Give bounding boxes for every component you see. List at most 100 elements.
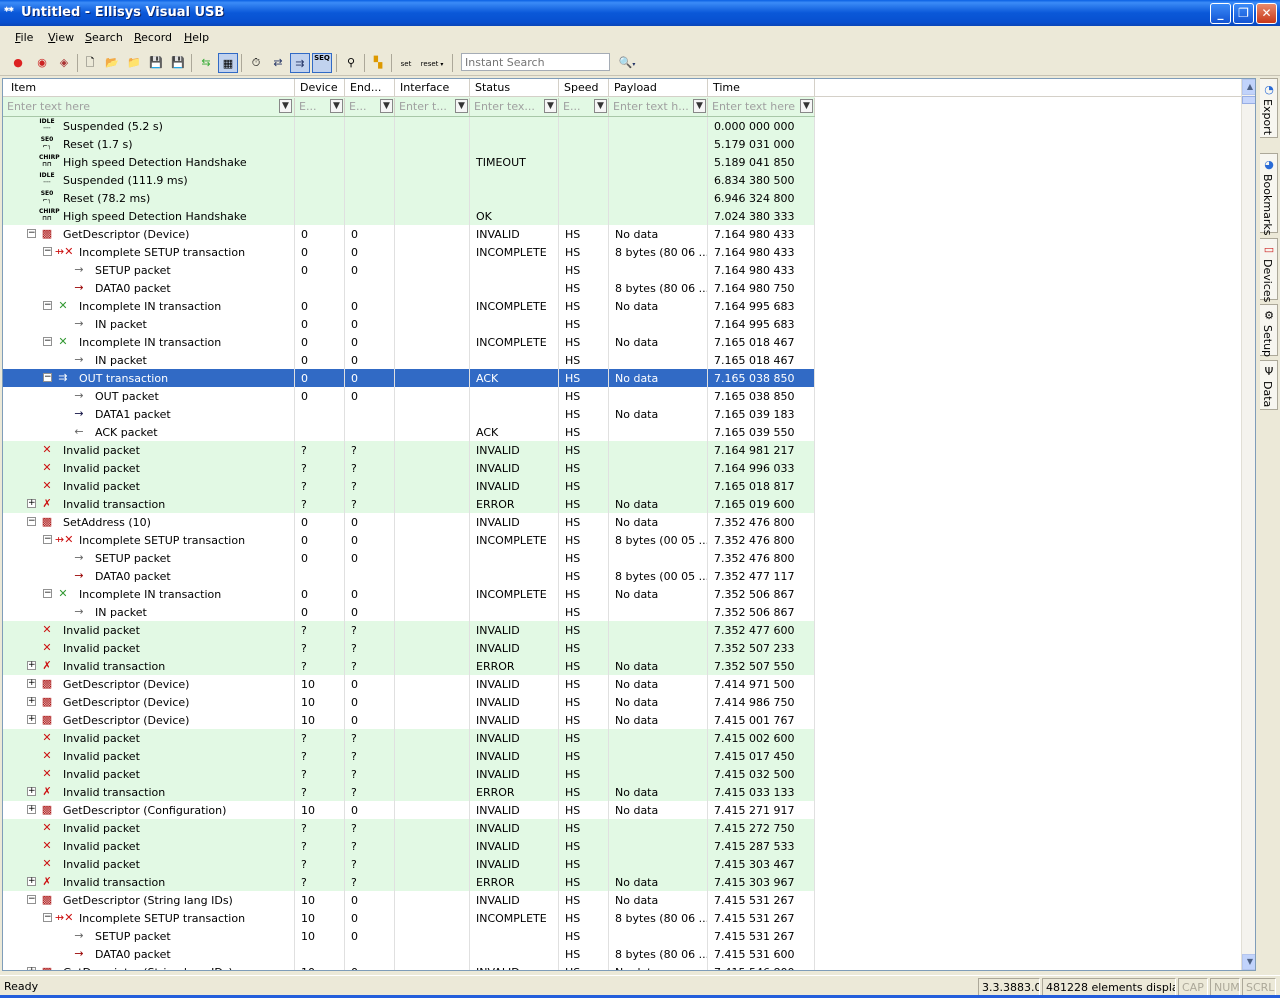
table-row[interactable]: + ✗ Invalid transaction?? ERROR HS No data 7.3… [3,657,815,675]
table-row[interactable]: → IN packet 0 0 HS 7.164 995 683 [3,315,815,333]
column-header-interface[interactable]: Interface [395,79,470,97]
item-cell[interactable]: → DATA1 packet [3,405,295,423]
table-row[interactable]: ← ACK packet ACK HS 7.165 039 550 [3,423,815,441]
column-header-device[interactable]: Device [295,79,345,97]
column-header-time[interactable]: Time [708,79,815,97]
dock-tab-devices[interactable]: ▭ Devices [1260,238,1278,302]
item-cell[interactable]: → IN packet [3,603,295,621]
item-cell[interactable]: + ▩ GetDescriptor (Device) [3,693,295,711]
app-icon[interactable]: ᕯ [4,5,18,20]
packets-button[interactable]: ⇉ [290,53,310,73]
menu-file[interactable]: File [15,31,33,44]
dock-tab-data[interactable]: Ψ Data [1260,360,1278,410]
menu-help[interactable]: Help [184,31,209,44]
import-button[interactable]: ◈ [54,53,74,73]
colors-button[interactable]: ▚ [368,53,388,73]
table-row[interactable]: + ✗ Invalid transaction?? ERROR HS No data 7.4… [3,783,815,801]
table-row[interactable]: ✕ Invalid packet?? INVALID HS 7.165 018 817 [3,477,815,495]
table-row[interactable]: → IN packet 0 0 HS 7.165 018 467 [3,351,815,369]
open-button[interactable]: 📂 [102,53,122,73]
item-cell[interactable]: ✕ Invalid packet [3,747,295,765]
save-button[interactable]: 💾 [146,53,166,73]
table-row[interactable]: IDLE ╌╌ Suspended (111.9 ms) 6.834 380 500 [3,171,815,189]
table-row[interactable]: − ⇉ OUT transaction 0 0 ACK HS No data 7.165 038… [3,369,815,387]
expand-icon[interactable]: + [27,697,36,706]
item-cell[interactable]: SE0 ⌐┐ Reset (78.2 ms) [3,189,295,207]
navigate-back-button[interactable]: ⇆ [196,53,216,73]
table-row[interactable]: − ✕ Incomplete IN transaction 0 0 INCOMPLETE H… [3,333,815,351]
collapse-icon[interactable]: − [27,229,36,238]
filter-icon[interactable]: ▼ [594,99,607,113]
collapse-icon[interactable]: − [43,247,52,256]
expand-icon[interactable]: + [27,499,36,508]
item-cell[interactable]: − ▩ GetDescriptor (Device) [3,225,295,243]
filter-time[interactable]: Enter text here [708,98,815,116]
item-cell[interactable]: − ⇸✕ Incomplete SETUP transaction [3,243,295,261]
item-cell[interactable]: ✕ Invalid packet [3,477,295,495]
table-row[interactable]: ✕ Invalid packet?? INVALID HS 7.415 002 600 [3,729,815,747]
item-cell[interactable]: ✕ Invalid packet [3,837,295,855]
table-row[interactable]: → DATA0 packet HS 8 bytes (80 06 ... 7.164 9… [3,279,815,297]
table-row[interactable]: → DATA0 packet HS 8 bytes (80 06 ... 7.415 5… [3,945,815,963]
table-row[interactable]: + ✗ Invalid transaction?? ERROR HS No data 7.1… [3,495,815,513]
item-cell[interactable]: ✕ Invalid packet [3,765,295,783]
item-cell[interactable]: ✕ Invalid packet [3,621,295,639]
table-row[interactable]: SE0 ⌐┐ Reset (78.2 ms) 6.946 324 800 [3,189,815,207]
item-cell[interactable]: CHIRP ⊓⊓ High speed Detection Handshake [3,153,295,171]
collapse-icon[interactable]: − [43,373,52,382]
item-cell[interactable]: CHIRP ⊓⊓ High speed Detection Handshake [3,207,295,225]
item-cell[interactable]: IDLE ╌╌ Suspended (5.2 s) [3,117,295,135]
save-as-button[interactable]: 💾 [168,53,188,73]
menu-search[interactable]: Search [85,31,123,44]
table-row[interactable]: SE0 ⌐┐ Reset (1.7 s) 5.179 031 000 [3,135,815,153]
table-row[interactable]: → OUT packet 0 0 HS 7.165 038 850 [3,387,815,405]
table-row[interactable]: → DATA1 packet HS No data 7.165 039 183 [3,405,815,423]
item-cell[interactable]: → DATA0 packet [3,279,295,297]
item-cell[interactable]: − ▩ SetAddress (10) [3,513,295,531]
dock-tab-bookmarks[interactable]: ◕ Bookmarks [1260,153,1278,235]
table-row[interactable]: − ✕ Incomplete IN transaction 0 0 INCOMPLETE H… [3,585,815,603]
expand-icon[interactable]: + [27,787,36,796]
scroll-thumb[interactable] [1242,96,1255,104]
expand-icon[interactable]: + [27,715,36,724]
scroll-up-button[interactable]: ▲ [1242,79,1255,95]
item-cell[interactable]: ✕ Invalid packet [3,459,295,477]
collapse-icon[interactable]: − [27,895,36,904]
expand-icon[interactable]: + [27,679,36,688]
item-cell[interactable]: − ✕ Incomplete IN transaction [3,585,295,603]
set-button[interactable]: set [396,53,416,73]
item-cell[interactable]: ✕ Invalid packet [3,639,295,657]
table-row[interactable]: ✕ Invalid packet?? INVALID HS 7.415 032 500 [3,765,815,783]
item-cell[interactable]: − ⇉ OUT transaction [3,369,295,387]
expand-icon[interactable]: + [27,661,36,670]
item-cell[interactable]: ✕ Invalid packet [3,819,295,837]
expand-icon[interactable]: + [27,877,36,886]
collapse-icon[interactable]: − [43,301,52,310]
vertical-scrollbar[interactable]: ▲ ▼ [1241,79,1255,970]
table-row[interactable]: + ▩ GetDescriptor (Device) 10 0 INVALID HS No d… [3,693,815,711]
item-cell[interactable]: → SETUP packet [3,261,295,279]
item-cell[interactable]: ✕ Invalid packet [3,855,295,873]
filter-icon[interactable]: ▼ [800,99,813,113]
item-cell[interactable]: ✕ Invalid packet [3,441,295,459]
time-button[interactable]: ⏱ [246,53,266,73]
collapse-icon[interactable]: − [43,589,52,598]
item-cell[interactable]: ✕ Invalid packet [3,729,295,747]
item-cell[interactable]: + ✗ Invalid transaction [3,873,295,891]
item-cell[interactable]: → DATA0 packet [3,567,295,585]
item-cell[interactable]: + ▩ GetDescriptor (Device) [3,711,295,729]
item-cell[interactable]: SE0 ⌐┐ Reset (1.7 s) [3,135,295,153]
item-cell[interactable]: − ✕ Incomplete IN transaction [3,297,295,315]
open-recent-button[interactable]: 📁 [124,53,144,73]
table-row[interactable]: − ▩ GetDescriptor (Device) 0 0 INVALID HS No da… [3,225,815,243]
item-cell[interactable]: → SETUP packet [3,927,295,945]
seq-button[interactable]: SEQ [312,53,332,73]
menu-record[interactable]: Record [134,31,172,44]
table-row[interactable]: ✕ Invalid packet?? INVALID HS 7.415 272 750 [3,819,815,837]
table-row[interactable]: ✕ Invalid packet?? INVALID HS 7.164 996 033 [3,459,815,477]
table-row[interactable]: + ✗ Invalid transaction?? ERROR HS No data 7.4… [3,873,815,891]
item-cell[interactable]: +▩ GetDescriptor (String lang IDs) [3,963,295,970]
table-row[interactable]: − ⇸✕ Incomplete SETUP transaction 0 0 INCOMPL… [3,243,815,261]
table-row[interactable]: ✕ Invalid packet?? INVALID HS 7.415 287 533 [3,837,815,855]
record-options-button[interactable]: ◉ [32,53,52,73]
